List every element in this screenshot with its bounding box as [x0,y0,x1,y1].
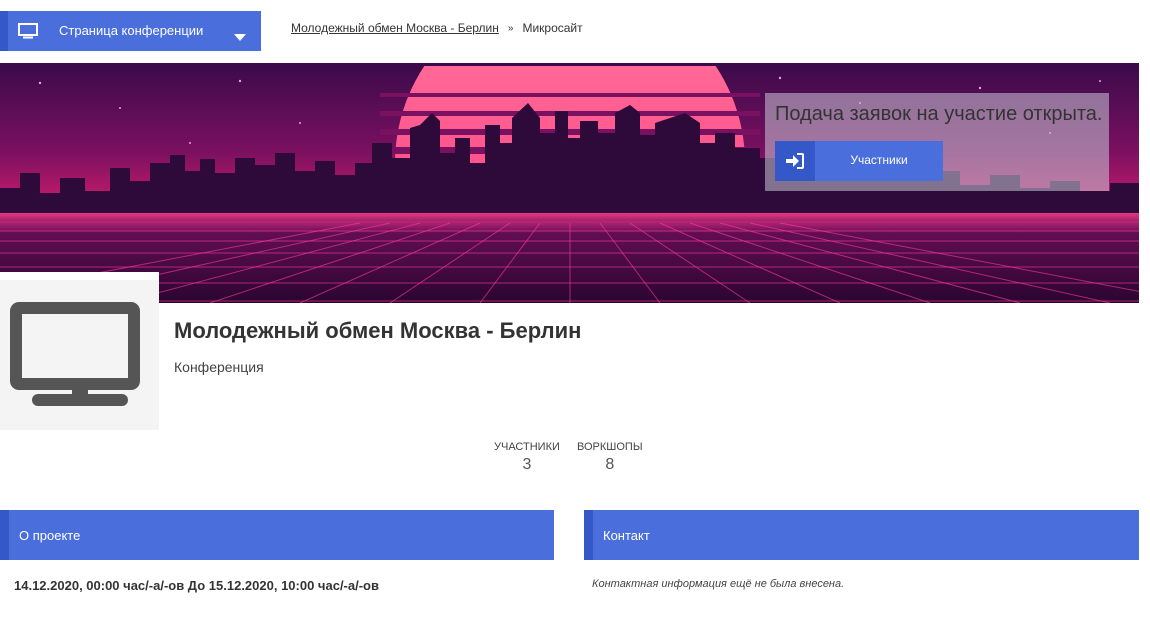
chevron-down-icon [234,28,246,46]
participants-button[interactable]: Участники [775,141,943,181]
breadcrumb: Молодежный обмен Москва - Берлин » Микро… [291,21,583,35]
stat-value: 8 [605,456,615,473]
event-dates: 14.12.2020, 00:00 час/-а/-ов До 15.12.20… [14,578,379,593]
page-type-dropdown[interactable]: Страница конференции [0,11,261,51]
registration-status-text: Подача заявок на участие открыта. [775,103,1103,125]
event-title: Молодежный обмен Москва - Берлин [174,318,582,343]
stat-participants[interactable]: УЧАСТНИКИ 3 [494,441,560,474]
breadcrumb-separator: » [507,22,514,34]
stat-label: УЧАСТНИКИ [494,441,560,453]
dropdown-label: Страница конференции [59,23,204,38]
breadcrumb-current: Микросайт [522,21,583,35]
panel-accent-bar [584,510,593,560]
dropdown-accent-bar [0,11,8,51]
participants-button-label: Участники [850,153,908,167]
about-panel-header: О проекте [0,510,554,560]
monitor-icon [18,23,38,44]
event-type: Конференция [174,359,264,375]
panel-accent-bar [0,510,9,560]
about-header-label: О проекте [19,528,81,543]
contact-panel-header: Контакт [584,510,1139,560]
stat-value: 3 [522,456,532,473]
contact-info-text: Контактная информация ещё не была внесен… [592,578,845,590]
event-logo [0,272,159,430]
stat-workshops[interactable]: ВОРКШОПЫ 8 [577,441,643,474]
registration-panel: Подача заявок на участие открыта. Участн… [765,93,1109,191]
monitor-logo-icon [10,302,140,406]
stat-label: ВОРКШОПЫ [577,441,643,453]
contact-header-label: Контакт [603,528,650,543]
breadcrumb-link-event[interactable]: Молодежный обмен Москва - Берлин [291,21,499,35]
sign-in-icon [775,141,815,181]
